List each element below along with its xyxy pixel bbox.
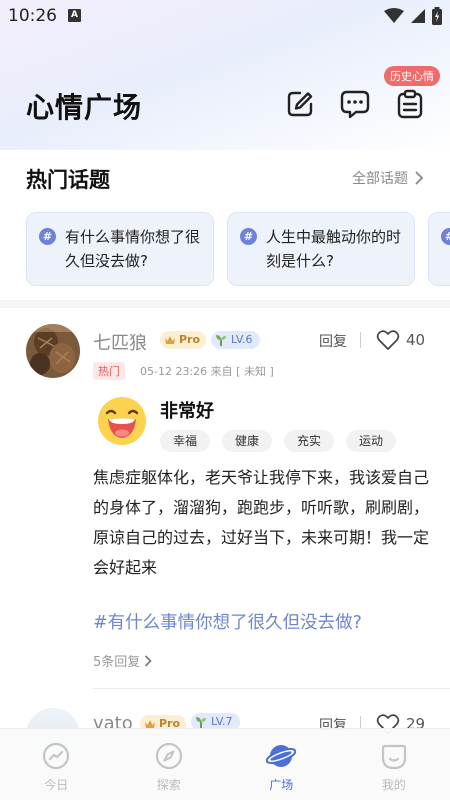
nav-label: 广场 [269,778,294,792]
compass-icon [155,742,182,770]
page-title: 心情广场 [26,91,143,124]
sprout-icon [216,335,226,346]
reply-count-link[interactable]: 5条回复 [93,651,152,670]
hot-topics-title: 热门话题 [26,168,110,192]
status-time: 10:26 [8,6,57,26]
sprout-icon [196,717,206,728]
post-body: 焦虑症躯体化，老天爷让我停下来，我该爱自己的身体了，溜溜狗，跑跑步，听听歌，刷刷… [93,468,430,577]
nav-item-profile[interactable]: 我的 [338,729,450,800]
status-bar: 10:26 A [0,0,450,32]
avatar[interactable] [26,324,80,378]
nav-item-square[interactable]: 广场 [225,729,338,800]
pro-badge: Pro [160,331,207,349]
separator [360,332,361,348]
chevron-right-icon [145,654,152,667]
topic-card-text: 有什么事情你想了很久但没去做? [65,228,201,270]
hash-icon: # [441,228,450,245]
wifi-icon [384,8,404,23]
like-count: 40 [406,331,426,349]
status-icons [384,7,442,25]
post-username[interactable]: 七匹狼 [93,329,147,355]
profile-icon [381,744,406,770]
laughing-emoji-icon [98,397,146,445]
topic-card[interactable]: # 人生中最触动你的时刻是什么? [227,212,415,286]
signal-icon [411,9,425,23]
nav-item-explore[interactable]: 探索 [113,729,226,800]
topic-card-text: 人生中最触动你的时刻是什么? [266,228,402,270]
bottom-nav: 今日 探索 广场 我的 [0,728,450,800]
edit-icon[interactable] [284,88,316,120]
post-topic-link[interactable]: #有什么事情你想了很久但没去做? [93,609,362,634]
heart-icon[interactable] [376,329,400,351]
chevron-right-icon [415,171,424,185]
topic-card-partial[interactable]: # [428,212,450,286]
notification-icon: A [68,9,81,22]
hash-icon: # [240,228,257,245]
post-divider [93,688,450,689]
level-label: LV.6 [231,333,253,346]
topic-card[interactable]: # 有什么事情你想了很久但没去做? [26,212,214,286]
level-badge: LV.6 [211,331,260,349]
clipboard-icon[interactable] [394,88,426,120]
nav-label: 我的 [381,778,406,792]
today-icon [43,742,70,770]
mood-title: 非常好 [160,401,214,422]
message-icon[interactable] [339,88,371,120]
reply-button[interactable]: 回复 [319,331,347,351]
planet-icon [266,745,297,767]
nav-item-today[interactable]: 今日 [0,729,113,800]
crown-icon [165,336,175,344]
mood-tag: 充实 [284,430,335,452]
pro-label: Pro [179,333,201,346]
section-divider [0,300,450,308]
mood-tag: 幸福 [160,430,211,452]
nav-label: 探索 [156,778,181,792]
hash-icon: # [39,228,56,245]
all-topics-label: 全部话题 [352,171,408,187]
all-topics-link[interactable]: 全部话题 [352,168,424,188]
mood-tag: 运动 [346,430,397,452]
reply-count-label: 5条回复 [93,655,141,670]
battery-icon [432,7,442,25]
nav-label: 今日 [44,778,69,792]
hot-tag: 热门 [93,362,125,380]
post-meta: 05-12 23:26 来自 [ 未知 ] [140,365,274,378]
mood-tag: 健康 [222,430,273,452]
history-mood-badge[interactable]: 历史心情 [384,66,440,86]
